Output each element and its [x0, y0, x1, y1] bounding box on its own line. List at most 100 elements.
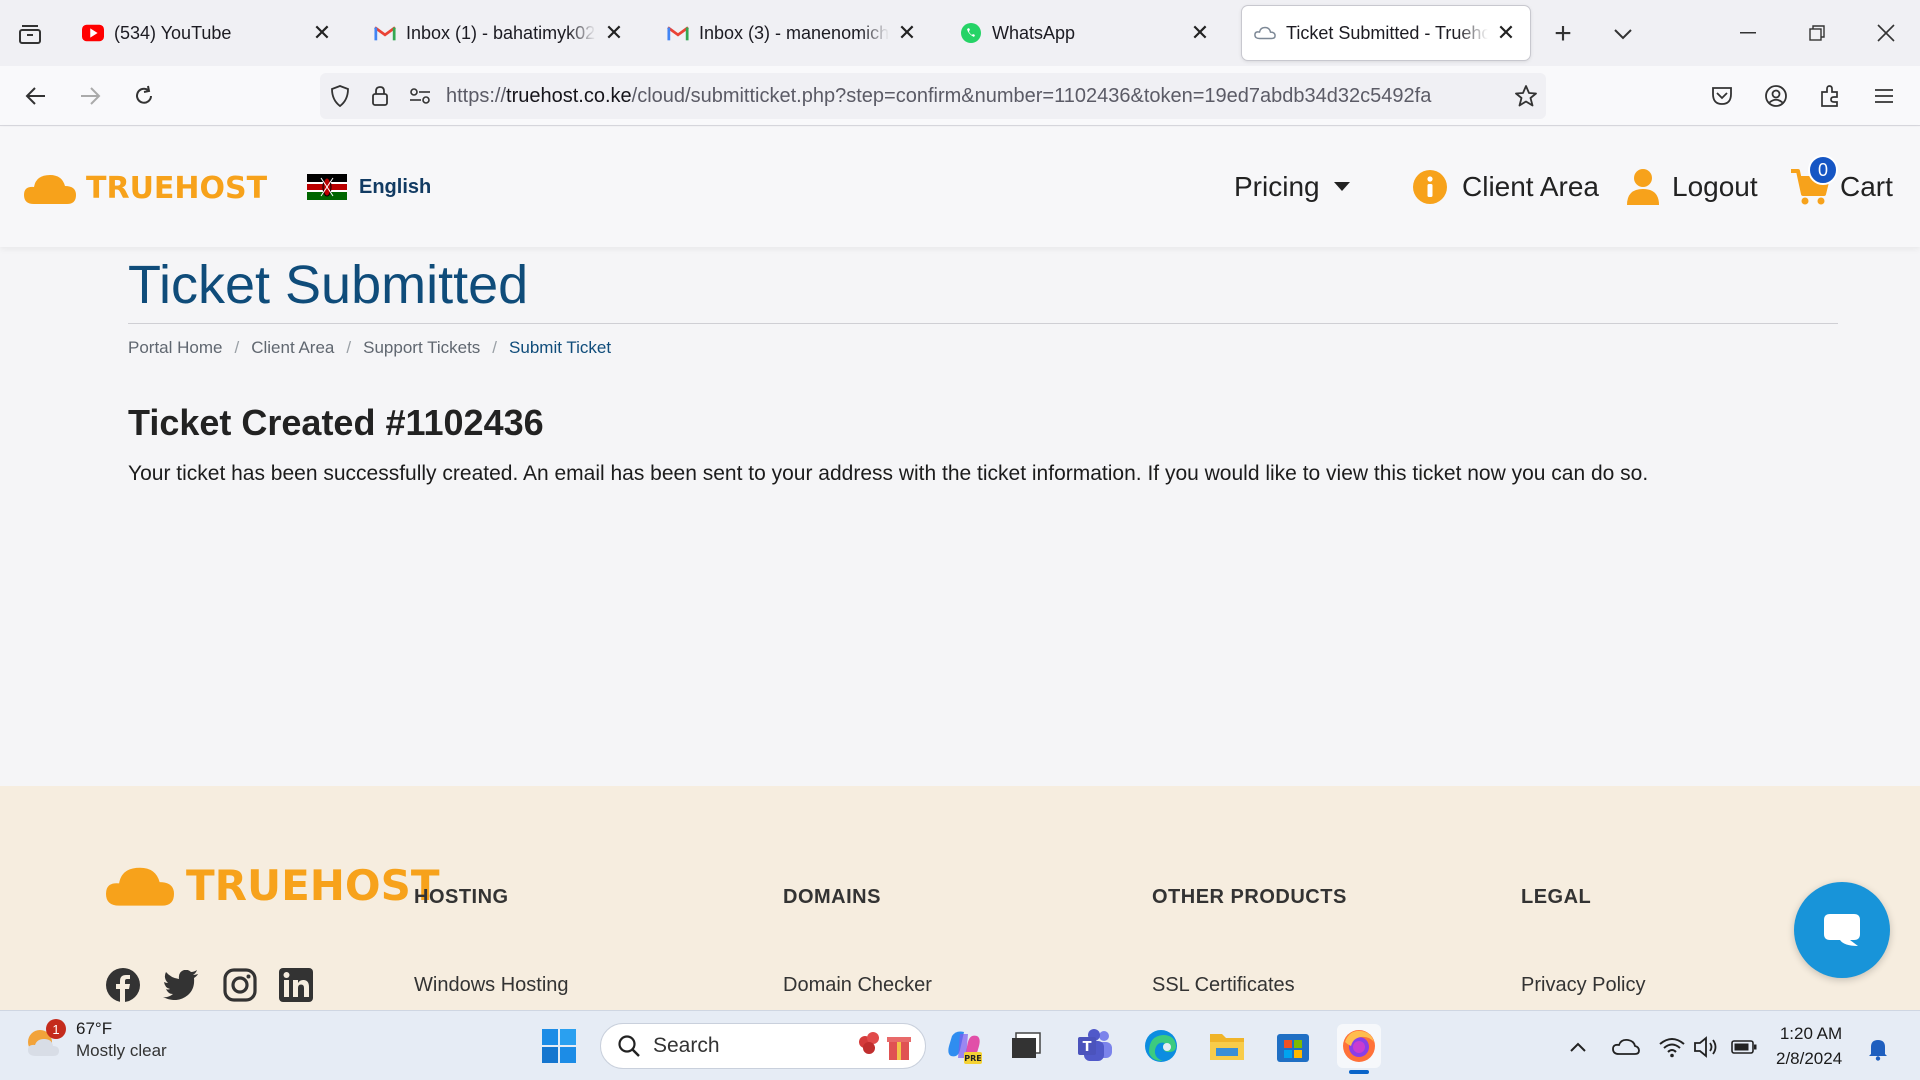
hamburger-menu-icon — [1875, 89, 1893, 103]
nav-cart[interactable]: Cart — [1790, 165, 1893, 209]
caret-down-icon — [1333, 182, 1350, 191]
weather-alert-badge: 1 — [46, 1019, 66, 1039]
extensions-button[interactable] — [1812, 78, 1848, 114]
firefox-button[interactable] — [1337, 1024, 1381, 1074]
footer-heading-domains: DOMAINS — [783, 886, 881, 908]
footer-heading-hosting: HOSTING — [414, 886, 509, 908]
tab-truehost-active[interactable]: Ticket Submitted - Truehost ✕ — [1242, 6, 1530, 60]
cart-count-badge: 0 — [1808, 155, 1838, 185]
tab-gmail-2[interactable]: Inbox (3) - manenomichael@gmail.com ✕ — [655, 6, 931, 60]
onedrive-tray-icon[interactable] — [1612, 1033, 1640, 1061]
user-icon — [1627, 169, 1659, 205]
live-chat-button[interactable] — [1794, 882, 1890, 978]
breadcrumb-portal-home[interactable]: Portal Home — [128, 338, 222, 358]
gmail-icon — [374, 22, 396, 44]
battery-icon[interactable] — [1730, 1033, 1758, 1061]
tab-title: WhatsApp — [992, 22, 1076, 43]
account-button[interactable] — [1758, 78, 1794, 114]
list-all-tabs-button[interactable] — [12, 18, 48, 50]
language-selector[interactable]: English — [307, 174, 431, 200]
footer-link-ssl-certificates[interactable]: SSL Certificates — [1152, 974, 1295, 997]
back-button[interactable] — [18, 78, 54, 114]
arrow-left-icon — [25, 87, 45, 105]
tracking-protection-icon[interactable] — [320, 73, 360, 119]
search-icon — [618, 1035, 640, 1057]
edge-button[interactable] — [1139, 1024, 1183, 1068]
windows-taskbar: 1 67°F Mostly clear Search PRE T 1:20 AM… — [0, 1010, 1920, 1080]
footer-link-domain-checker[interactable]: Domain Checker — [783, 974, 932, 997]
app-menu-button[interactable] — [1866, 78, 1902, 114]
pocket-button[interactable] — [1704, 78, 1740, 114]
nav-pricing[interactable]: Pricing — [1234, 165, 1350, 209]
bookmark-star-icon[interactable] — [1506, 73, 1546, 119]
tab-overflow-button[interactable] — [1606, 17, 1640, 51]
minimize-icon — [1740, 32, 1756, 34]
cloud-logo-icon — [106, 867, 174, 906]
file-explorer-button[interactable] — [1205, 1024, 1249, 1068]
whatsapp-icon — [960, 22, 982, 44]
copilot-icon: PRE — [948, 1031, 982, 1064]
reload-button[interactable] — [126, 78, 162, 114]
teams-button[interactable]: T — [1073, 1024, 1117, 1068]
notification-bell-icon[interactable] — [1864, 1035, 1892, 1063]
footer-logo[interactable]: TRUEHOST — [106, 861, 440, 910]
task-view-button[interactable] — [1004, 1024, 1048, 1068]
clock-date: 2/8/2024 — [1776, 1049, 1843, 1068]
ticket-created-heading: Ticket Created #1102436 — [128, 402, 544, 443]
youtube-icon — [82, 22, 104, 44]
address-bar[interactable]: https://truehost.co.ke/cloud/submitticke… — [320, 73, 1546, 119]
windows-logo-icon — [542, 1029, 576, 1063]
taskbar-search-box[interactable]: Search — [600, 1023, 926, 1069]
microsoft-store-button[interactable] — [1271, 1024, 1315, 1068]
close-icon[interactable]: ✕ — [1188, 20, 1212, 45]
arrow-right-icon — [81, 87, 101, 105]
weather-widget[interactable]: 1 67°F Mostly clear — [22, 1019, 167, 1061]
twitter-icon[interactable] — [162, 966, 200, 1004]
start-button[interactable] — [537, 1024, 581, 1068]
show-hidden-icons-button[interactable] — [1564, 1033, 1592, 1061]
site-permissions-icon[interactable] — [400, 73, 440, 119]
footer-link-privacy-policy[interactable]: Privacy Policy — [1521, 974, 1645, 997]
instagram-icon[interactable] — [221, 966, 259, 1004]
weather-temperature: 67°F — [76, 1019, 113, 1038]
facebook-icon[interactable] — [104, 966, 142, 1004]
tab-title: Ticket Submitted - Truehost — [1286, 22, 1488, 43]
account-icon — [1765, 85, 1787, 107]
breadcrumb-client-area[interactable]: Client Area — [251, 338, 334, 358]
tab-youtube[interactable]: (534) YouTube ✕ — [70, 6, 346, 60]
footer-link-windows-hosting[interactable]: Windows Hosting — [414, 974, 569, 997]
site-footer: TRUEHOST HOSTING DOMAINS OTHER PRODUCTS … — [0, 786, 1920, 1010]
kenya-flag-icon — [307, 174, 347, 200]
linkedin-icon[interactable] — [277, 966, 315, 1004]
lock-icon[interactable] — [360, 73, 400, 119]
close-window-button[interactable] — [1862, 12, 1910, 54]
url-host: truehost.co.ke — [506, 84, 632, 107]
nav-client-area[interactable]: Client Area — [1412, 165, 1599, 209]
close-icon[interactable]: ✕ — [1494, 20, 1518, 45]
system-clock[interactable]: 1:20 AM 2/8/2024 — [1776, 1021, 1842, 1071]
breadcrumb-separator: / — [234, 338, 240, 357]
truehost-logo[interactable]: TRUEHOST — [24, 171, 267, 206]
wifi-icon[interactable] — [1658, 1033, 1686, 1061]
footer-logo-wordmark: TRUEHOST — [186, 861, 440, 910]
gmail-icon — [667, 22, 689, 44]
tab-whatsapp[interactable]: WhatsApp ✕ — [948, 6, 1224, 60]
close-icon[interactable]: ✕ — [310, 20, 334, 45]
svg-text:PRE: PRE — [964, 1054, 982, 1063]
new-tab-button[interactable]: + — [1546, 17, 1580, 51]
chevron-up-icon — [1570, 1042, 1586, 1052]
tab-gmail-1[interactable]: Inbox (1) - bahatimyk02@gmail.com ✕ — [362, 6, 638, 60]
breadcrumb-support-tickets[interactable]: Support Tickets — [363, 338, 480, 358]
tab-title: (534) YouTube — [114, 22, 232, 43]
volume-icon[interactable] — [1692, 1033, 1720, 1061]
url-text[interactable]: https://truehost.co.ke/cloud/submitticke… — [440, 85, 1506, 108]
restore-button[interactable] — [1793, 12, 1841, 54]
nav-logout[interactable]: Logout — [1626, 165, 1758, 209]
forward-button[interactable] — [72, 78, 108, 114]
copilot-button[interactable]: PRE — [942, 1024, 986, 1068]
tab-title: Inbox (3) - manenomichael@gmail.com — [699, 22, 889, 43]
breadcrumb: Portal Home / Client Area / Support Tick… — [128, 338, 611, 358]
close-icon[interactable]: ✕ — [895, 20, 919, 45]
close-icon[interactable]: ✕ — [602, 20, 626, 45]
minimize-button[interactable] — [1724, 12, 1772, 54]
